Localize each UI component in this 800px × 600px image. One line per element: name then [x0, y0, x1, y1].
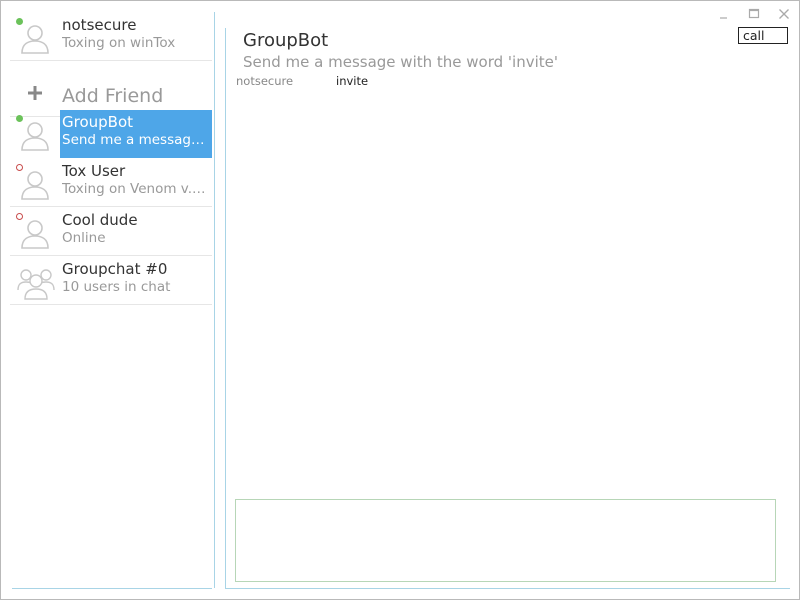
maximize-icon[interactable] — [745, 6, 763, 22]
chat-bottom-rule — [225, 588, 790, 589]
call-button[interactable]: call — [738, 27, 788, 44]
friend-name: Cool dude — [62, 211, 138, 229]
group-name: Groupchat #0 — [62, 260, 168, 278]
avatar-icon — [20, 217, 50, 249]
self-profile[interactable]: notsecure Toxing on winTox — [10, 13, 212, 61]
add-friend-label: Add Friend — [62, 85, 164, 107]
sidebar-bottom-rule — [12, 588, 212, 589]
sidebar-divider[interactable] — [214, 12, 215, 588]
sidebar: notsecure Toxing on winTox Add Friend Gr… — [10, 10, 213, 590]
chat-subtitle: Send me a message with the word 'invite' — [243, 53, 558, 71]
self-status[interactable]: Toxing on winTox — [62, 34, 210, 52]
friend-item-cool-dude[interactable]: Cool dude Online — [10, 208, 212, 256]
friend-status: Send me a message with the word 'invite' — [62, 132, 210, 148]
friend-name: Tox User — [62, 162, 126, 180]
divider — [10, 206, 212, 207]
avatar-icon — [20, 119, 50, 151]
divider — [10, 304, 212, 305]
divider — [10, 60, 212, 61]
minimize-icon[interactable] — [715, 6, 733, 22]
message-author: notsecure — [236, 74, 294, 88]
groupchat-item[interactable]: Groupchat #0 10 users in chat — [10, 257, 212, 305]
message-input[interactable] — [235, 499, 776, 582]
friend-item-tox-user[interactable]: Tox User Toxing on Venom v.0.2.3 — [10, 159, 212, 207]
friend-item-groupbot[interactable]: GroupBot Send me a message with the word… — [10, 110, 212, 158]
divider — [10, 255, 212, 256]
self-name[interactable]: notsecure — [62, 16, 212, 34]
avatar-icon — [20, 168, 50, 200]
friend-status: Online — [62, 230, 106, 246]
friend-name: GroupBot — [62, 113, 134, 131]
plus-icon — [25, 83, 45, 103]
chat-left-rule — [225, 28, 226, 588]
chat-title: GroupBot — [243, 30, 329, 51]
friend-status: Toxing on Venom v.0.2.3 — [62, 181, 210, 197]
group-status: 10 users in chat — [62, 279, 171, 295]
avatar-icon — [20, 22, 50, 54]
group-icon — [16, 266, 56, 300]
message-text: invite — [336, 74, 369, 88]
close-icon[interactable] — [775, 6, 793, 22]
